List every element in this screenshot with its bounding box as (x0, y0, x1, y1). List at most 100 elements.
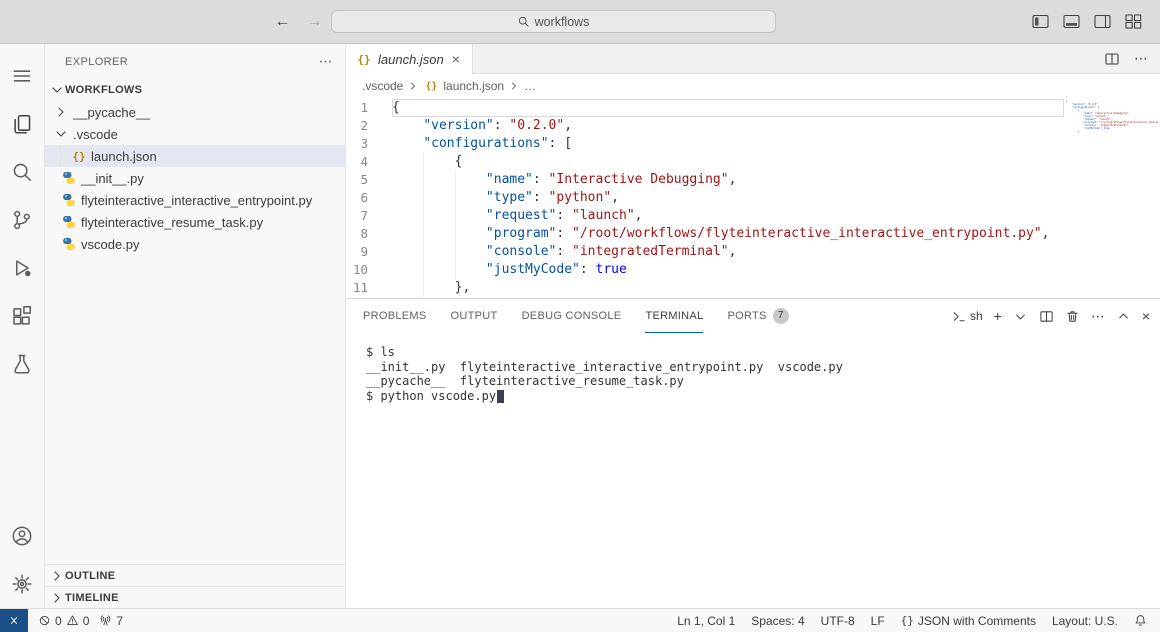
panel-header: PROBLEMS OUTPUT DEBUG CONSOLE TERMINAL PORTS… (346, 299, 1160, 333)
forward-button[interactable]: → (299, 13, 331, 31)
sidebar-item-flyteinteractive_interactive_entrypoint.py[interactable]: flyteinteractive_interactive_entrypoint.… (45, 189, 345, 211)
chevron-right-icon (508, 80, 520, 92)
source-control-icon[interactable] (0, 196, 44, 244)
settings-gear-icon[interactable] (0, 560, 44, 608)
shell-label: sh (970, 309, 983, 323)
minimap-content: { "version": "0.2.0", "configurations": … (1066, 100, 1158, 133)
tab-launch-json[interactable]: {} launch.json × (346, 44, 473, 74)
sidebar-item-vscode.py[interactable]: vscode.py (45, 233, 345, 255)
kill-terminal-trash-icon[interactable] (1065, 309, 1080, 324)
line-number: 10 (346, 261, 392, 279)
tab-close-icon[interactable]: × (450, 51, 462, 67)
customize-layout-icon[interactable] (1125, 14, 1142, 29)
code-line[interactable]: 7 "request": "launch", (346, 207, 1160, 225)
code-line[interactable]: 2 "version": "0.2.0", (346, 117, 1160, 135)
panel-tab-label: PROBLEMS (363, 310, 427, 322)
code-text: "name": "Interactive Debugging", (392, 171, 1064, 189)
line-number: 8 (346, 225, 392, 243)
python-icon (61, 170, 77, 186)
code-line[interactable]: 10 "justMyCode": true (346, 261, 1160, 279)
status-right: Ln 1, Col 1 Spaces: 4 UTF-8 LF {} JSON w… (672, 614, 1160, 628)
line-number: 1 (346, 99, 392, 117)
split-editor-icon[interactable] (1104, 51, 1120, 67)
split-terminal-icon[interactable] (1039, 309, 1054, 324)
workspace-root-row[interactable]: WORKFLOWS (45, 79, 345, 101)
explorer-more-actions-icon[interactable]: ⋯ (319, 53, 333, 70)
explorer-icon[interactable] (0, 100, 44, 148)
sidebar-item-.vscode[interactable]: .vscode (45, 123, 345, 145)
code-line[interactable]: 6 "type": "python", (346, 189, 1160, 207)
keyboard-layout-label: Layout: U.S. (1052, 614, 1118, 628)
editor-more-actions-icon[interactable]: ⋯ (1134, 50, 1148, 67)
encoding-label: UTF-8 (821, 614, 855, 628)
extensions-icon[interactable] (0, 292, 44, 340)
terminal[interactable]: $ ls__init__.py flyteinteractive_interac… (346, 333, 1160, 608)
command-center-search[interactable]: workflows (331, 10, 776, 33)
run-and-debug-icon[interactable] (0, 244, 44, 292)
sidebar-item-launch.json[interactable]: {}launch.json (45, 145, 345, 167)
new-terminal-icon[interactable]: + (994, 309, 1002, 323)
account-icon[interactable] (0, 512, 44, 560)
code-line[interactable]: 11 }, (346, 279, 1160, 297)
search-icon[interactable] (0, 148, 44, 196)
testing-icon[interactable] (0, 340, 44, 388)
panel-tab-problems[interactable]: PROBLEMS (363, 299, 427, 333)
code-line[interactable]: 3 "configurations": [ (346, 135, 1160, 153)
indentation[interactable]: Spaces: 4 (746, 614, 809, 628)
back-button[interactable]: ← (267, 13, 299, 31)
toggle-secondary-sidebar-icon[interactable] (1094, 14, 1111, 29)
panel-tab-output[interactable]: OUTPUT (451, 299, 498, 333)
sidebar-item-__pycache__[interactable]: __pycache__ (45, 101, 345, 123)
code-editor[interactable]: 1{2 "version": "0.2.0",3 "configurations… (346, 98, 1160, 298)
sidebar-item-flyteinteractive_resume_task.py[interactable]: flyteinteractive_resume_task.py (45, 211, 345, 233)
toggle-primary-sidebar-icon[interactable] (1032, 14, 1049, 29)
code-line[interactable]: 8 "program": "/root/workflows/flyteinter… (346, 225, 1160, 243)
menu-icon[interactable] (0, 52, 44, 100)
code-lines: 1{2 "version": "0.2.0",3 "configurations… (346, 99, 1160, 297)
panel-tab-debug-console[interactable]: DEBUG CONSOLE (522, 299, 622, 333)
code-text: "request": "launch", (392, 207, 1064, 225)
code-line[interactable]: 4 { (346, 153, 1160, 171)
code-line[interactable]: 1{ (346, 99, 1160, 117)
panel-tab-terminal[interactable]: TERMINAL (645, 299, 703, 333)
keyboard-layout[interactable]: Layout: U.S. (1047, 614, 1123, 628)
indent-guide (455, 171, 456, 189)
notifications-bell[interactable] (1129, 614, 1152, 627)
eol-sequence[interactable]: LF (866, 614, 890, 628)
breadcrumb-file[interactable]: launch.json (443, 79, 504, 93)
minimap[interactable]: { "version": "0.2.0", "configurations": … (1066, 100, 1158, 296)
language-mode[interactable]: {} JSON with Comments (896, 614, 1041, 628)
terminal-line: $ ls (366, 345, 1160, 360)
code-line[interactable]: 5 "name": "Interactive Debugging", (346, 171, 1160, 189)
cursor-position[interactable]: Ln 1, Col 1 (672, 614, 740, 628)
terminal-shell-button[interactable]: sh (952, 309, 983, 324)
indent-guide (423, 189, 424, 207)
toggle-panel-icon[interactable] (1063, 14, 1080, 29)
close-panel-icon[interactable]: × (1142, 309, 1150, 323)
remote-indicator[interactable] (0, 609, 28, 632)
sidebar-item-__init__.py[interactable]: __init__.py (45, 167, 345, 189)
panel-more-actions-icon[interactable]: ⋯ (1091, 309, 1105, 323)
timeline-section[interactable]: TIMELINE (45, 586, 345, 608)
file-label: vscode.py (77, 237, 140, 252)
indent-guide (455, 189, 456, 207)
encoding[interactable]: UTF-8 (816, 614, 860, 628)
python-icon (61, 214, 77, 230)
cursor-position-label: Ln 1, Col 1 (677, 614, 735, 628)
code-text: { (392, 153, 1064, 171)
panel-tab-ports[interactable]: PORTS7 (727, 299, 788, 333)
chevron-right-icon (53, 104, 69, 120)
panel-actions: sh + ⋯ × (952, 309, 1150, 324)
terminal-line: __init__.py flyteinteractive_interactive… (366, 360, 1160, 375)
bell-icon (1134, 614, 1147, 627)
ports-status[interactable]: 7 (94, 614, 128, 628)
panel-tab-label: PORTS (727, 310, 766, 322)
maximize-panel-chevron-up-icon[interactable] (1116, 309, 1131, 324)
breadcrumb-folder[interactable]: .vscode (362, 79, 403, 93)
code-line[interactable]: 9 "console": "integratedTerminal", (346, 243, 1160, 261)
breadcrumb-symbol[interactable]: … (524, 79, 536, 93)
terminal-profile-chevron-down-icon[interactable] (1013, 309, 1028, 324)
problems-status[interactable]: 0 0 (33, 614, 94, 628)
remote-icon (7, 614, 21, 628)
outline-section[interactable]: OUTLINE (45, 564, 345, 586)
